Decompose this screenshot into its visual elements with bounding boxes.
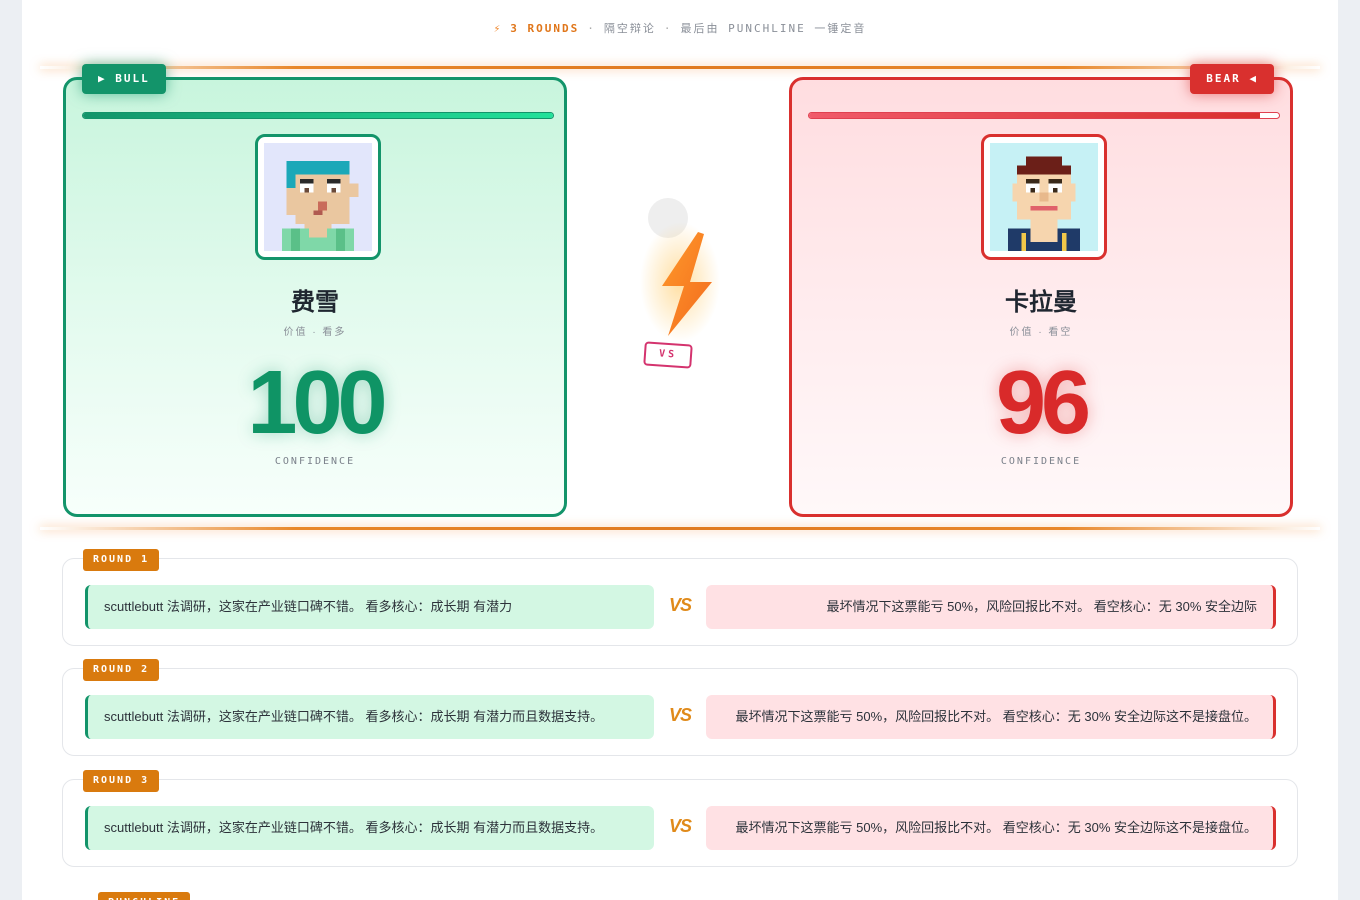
round-2-tag: ROUND 2 [83,659,160,681]
rounds-count: 3 ROUNDS [510,22,580,35]
bear-name: 卡拉曼 [1005,289,1077,316]
bolt-icon: ⚡ [493,22,503,35]
header-line: ⚡ 3 ROUNDS · 隔空辩论 · 最后由 PUNCHLINE 一锤定音 [493,22,867,35]
round-1: ROUND 1 scuttlebutt 法调研，这家在产业链口碑不错。 看多核心… [62,549,1298,646]
round-3-bull-argument: scuttlebutt 法调研，这家在产业链口碑不错。 看多核心：成长期 有潜力… [85,806,654,850]
header-closing: 最后由 PUNCHLINE 一锤定音 [680,22,867,35]
round-3-bear-argument: 最坏情况下这票能亏 50%，风险回报比不对。 看空核心：无 30% 安全边际这不… [706,806,1276,850]
lightning-bolt-icon [640,198,720,340]
bull-name: 费雪 [291,289,339,316]
round-1-bull-argument: scuttlebutt 法调研，这家在产业链口碑不错。 看多核心：成长期 有潜力 [85,585,654,629]
versus-badge: VS [643,341,693,369]
round-1-bear-argument: 最坏情况下这票能亏 50%，风险回报比不对。 看空核心：无 30% 安全边际 [706,585,1276,629]
bear-confidence-fill [809,113,1261,118]
round-1-vs: VS [669,595,692,615]
round-2: ROUND 2 scuttlebutt 法调研，这家在产业链口碑不错。 看多核心… [62,659,1298,756]
round-1-tag: ROUND 1 [83,549,160,571]
bear-tag: BEAR ◀ [1190,64,1274,94]
arena-top-line [40,66,1320,69]
punchline-tag: PUNCHLINE [98,892,191,900]
bear-confidence-bar [808,112,1280,119]
bear-score: 96 [995,353,1091,453]
bull-tag: ▶ BULL [82,64,166,94]
round-3-tag: ROUND 3 [83,770,160,792]
versus-divider: VS [632,190,722,380]
bear-avatar [981,134,1107,260]
arena-bottom-line [40,527,1320,530]
bear-card[interactable]: BEAR ◀ 卡拉曼 价值 · 看空 96 CONFIDENCE [789,64,1293,517]
round-2-vs: VS [669,705,692,725]
header-subtitle: 隔空辩论 [603,22,656,35]
bull-confidence-label: CONFIDENCE [274,456,356,467]
round-3-vs: VS [669,816,692,836]
bull-score: 100 [247,353,387,453]
bear-confidence-label: CONFIDENCE [1000,456,1082,467]
round-2-bull-argument: scuttlebutt 法调研，这家在产业链口碑不错。 看多核心：成长期 有潜力… [85,695,654,739]
bull-confidence-bar [82,112,554,119]
pixel-avatar-brown-hair-icon [990,143,1098,251]
bear-role: 价值 · 看空 [1009,327,1073,338]
bull-role: 价值 · 看多 [283,327,347,338]
round-3: ROUND 3 scuttlebutt 法调研，这家在产业链口碑不错。 看多核心… [62,770,1298,867]
debate-page: ⚡ 3 ROUNDS · 隔空辩论 · 最后由 PUNCHLINE 一锤定音 ▶ BULL [22,0,1338,900]
bull-avatar [255,134,381,260]
bull-confidence-fill [83,113,553,118]
pixel-avatar-teal-hair-icon [264,143,372,251]
bull-card[interactable]: ▶ BULL 费雪 价值 · 看多 100 CONFIDENCE [63,64,567,517]
round-2-bear-argument: 最坏情况下这票能亏 50%，风险回报比不对。 看空核心：无 30% 安全边际这不… [706,695,1276,739]
